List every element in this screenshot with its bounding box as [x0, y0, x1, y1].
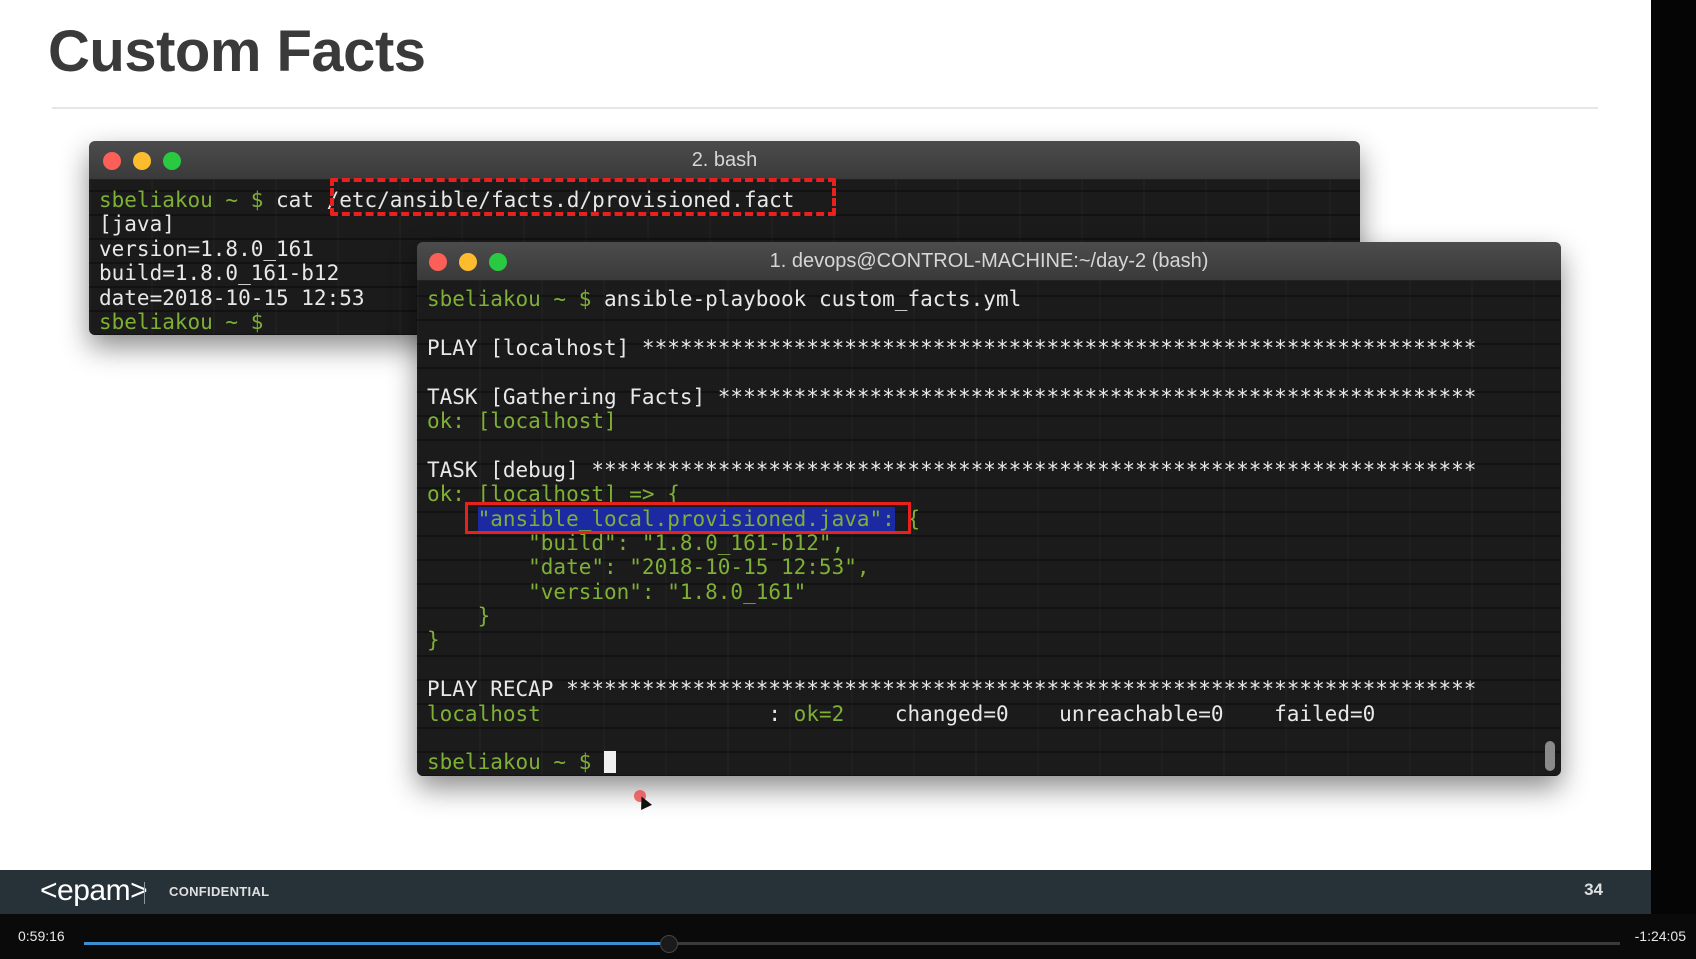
- json-line: "date": "2018-10-15 12:53",: [427, 555, 870, 580]
- shell-prompt: sbeliakou ~ $: [427, 287, 592, 311]
- terminal-title: 1. devops@CONTROL-MACHINE:~/day-2 (bash): [769, 250, 1209, 272]
- terminal-scrollbar[interactable]: [1545, 741, 1555, 771]
- task-header: TASK [Gathering Facts] *****************…: [427, 384, 1477, 409]
- command-text: cat: [263, 188, 327, 212]
- json-line: "version": "1.8.0_161": [427, 579, 807, 604]
- terminal-titlebar[interactable]: 2. bash: [89, 141, 1360, 180]
- seek-handle[interactable]: [659, 935, 678, 953]
- footer-divider: [144, 882, 145, 904]
- remaining-time: -1:24:05: [1634, 928, 1686, 944]
- play-header: PLAY [localhost] ***********************…: [427, 335, 1477, 360]
- text-cursor: [604, 751, 617, 774]
- epam-logo: <epam>: [40, 874, 148, 907]
- shell-prompt: sbeliakou ~ $: [99, 309, 264, 334]
- terminal-line: [java]: [99, 212, 175, 237]
- solid-highlight-box: [465, 502, 911, 534]
- terminal-line: sbeliakou ~ $ ansible-playbook custom_fa…: [427, 287, 1561, 311]
- terminal-title: 2. bash: [691, 149, 758, 171]
- video-player-bar[interactable]: 0:59:16 -1:24:05: [0, 914, 1696, 959]
- slide-footer: <epam> CONFIDENTIAL 34: [0, 870, 1651, 914]
- recap-separator: :: [540, 701, 794, 726]
- recap-ok: ok=2: [793, 701, 845, 726]
- seek-progress: [84, 942, 668, 945]
- json-line: "build": "1.8.0_161-b12",: [427, 530, 845, 555]
- shell-prompt: sbeliakou ~ $: [99, 188, 264, 212]
- terminal-line: sbeliakou ~ $: [427, 750, 1561, 774]
- letterbox-band: [1651, 0, 1696, 914]
- recap-header: PLAY RECAP *****************************…: [427, 677, 1477, 702]
- slide: Custom Facts 2. bash sbeliakou ~ $ cat /…: [0, 0, 1651, 914]
- recap-host: localhost: [427, 701, 541, 726]
- terminal-titlebar[interactable]: 1. devops@CONTROL-MACHINE:~/day-2 (bash): [417, 242, 1561, 281]
- task-header: TASK [debug] ***************************…: [427, 457, 1477, 482]
- json-line: }: [427, 628, 440, 653]
- elapsed-time: 0:59:16: [18, 928, 65, 944]
- dashed-highlight-box: [330, 178, 836, 216]
- task-result: ok: [localhost]: [427, 408, 617, 433]
- command-text: ansible-playbook custom_facts.yml: [591, 287, 1022, 311]
- recap-line: localhost : ok=2 changed=0 unreachable=0…: [427, 702, 1561, 726]
- seek-bar[interactable]: [84, 935, 1620, 953]
- json-line: }: [427, 604, 491, 629]
- confidential-label: CONFIDENTIAL: [169, 884, 270, 899]
- page-number: 34: [1584, 880, 1603, 899]
- recap-counts: changed=0 unreachable=0 failed=0: [844, 701, 1376, 726]
- title-divider: [52, 107, 1598, 109]
- shell-prompt: sbeliakou ~ $: [427, 750, 592, 775]
- slide-title: Custom Facts: [48, 19, 426, 84]
